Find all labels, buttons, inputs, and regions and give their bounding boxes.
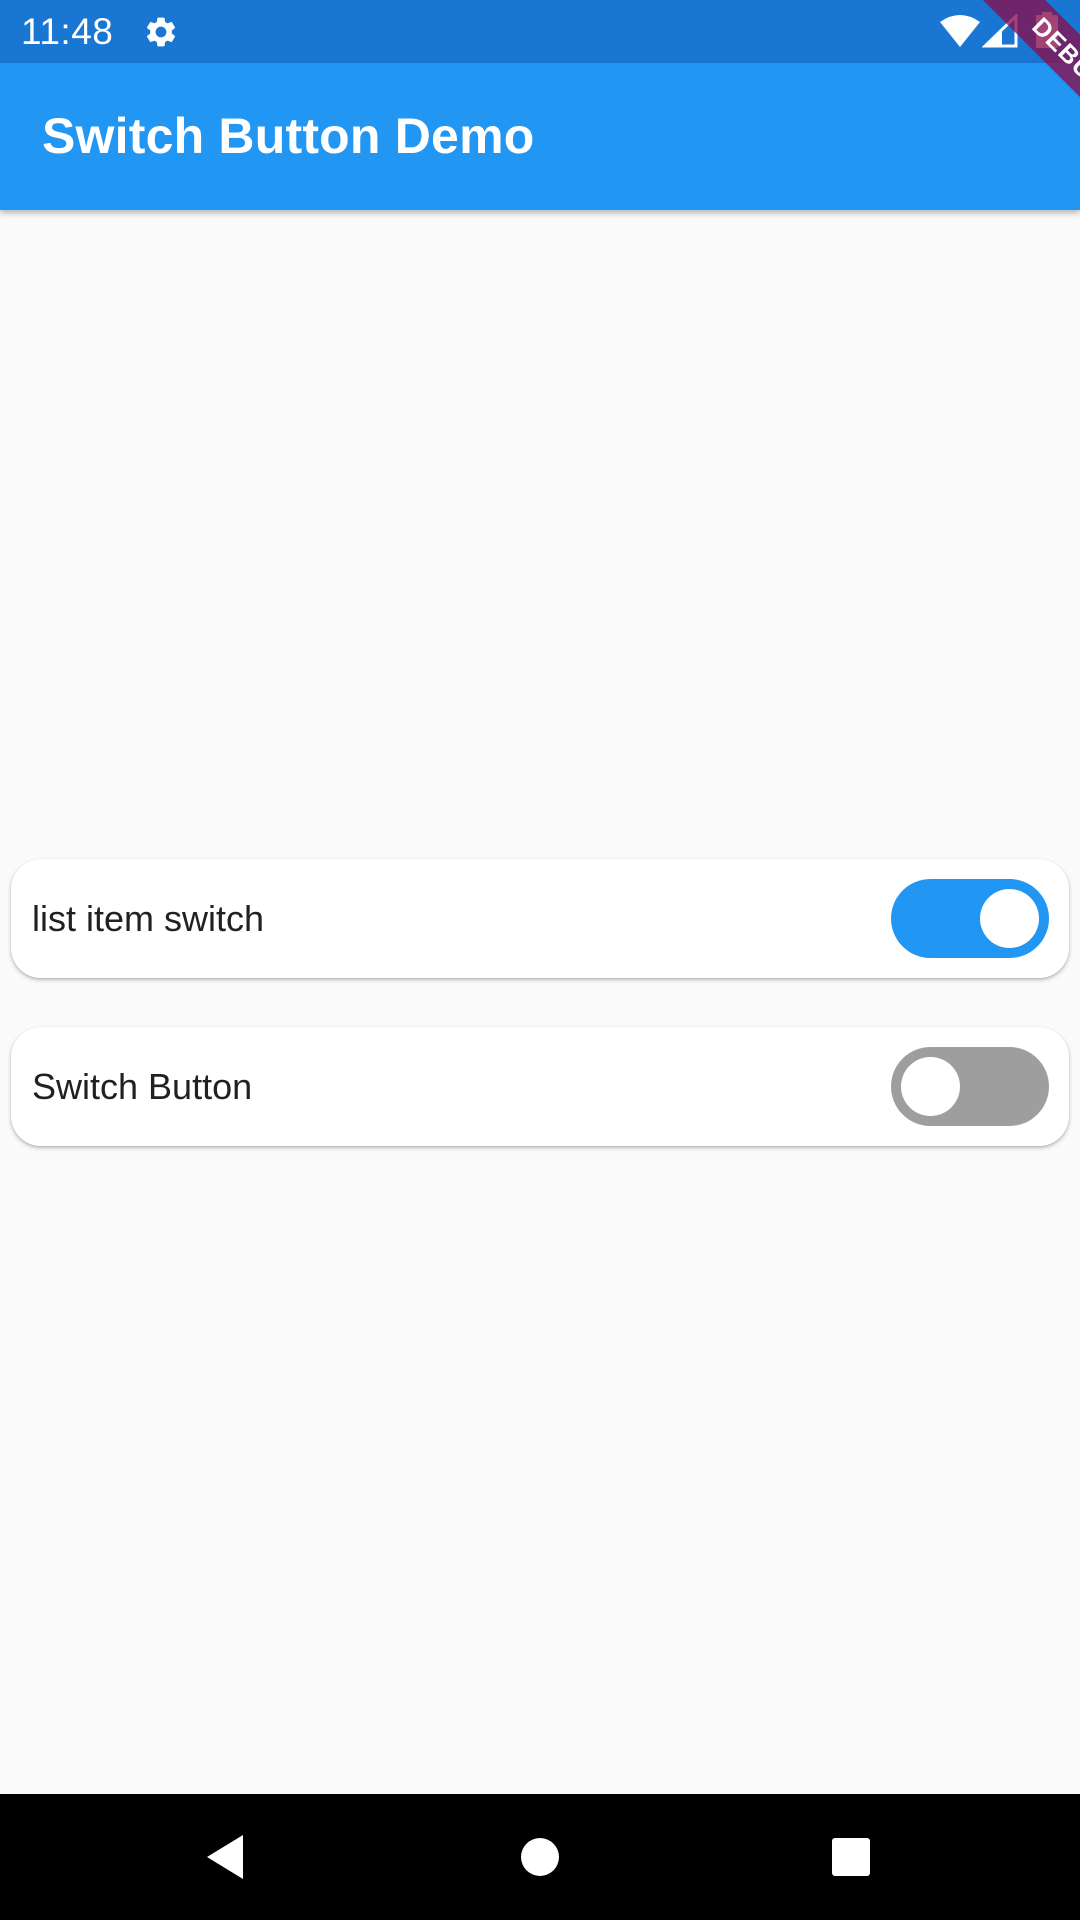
back-icon[interactable] bbox=[189, 1821, 261, 1893]
gear-icon bbox=[146, 17, 176, 47]
system-nav-bar bbox=[0, 1794, 1080, 1920]
list-item-switch-card[interactable]: list item switch bbox=[11, 859, 1069, 978]
toggle-knob bbox=[901, 1057, 960, 1116]
app-bar: Switch Button Demo bbox=[0, 63, 1080, 210]
cell-signal-icon bbox=[982, 14, 1018, 48]
switch-button-toggle[interactable] bbox=[891, 1047, 1049, 1126]
home-icon[interactable] bbox=[504, 1821, 576, 1893]
page-title: Switch Button Demo bbox=[42, 108, 535, 164]
wifi-icon bbox=[940, 15, 980, 47]
recents-icon[interactable] bbox=[815, 1821, 887, 1893]
switch-button-card[interactable]: Switch Button bbox=[11, 1027, 1069, 1146]
switch-button-label: Switch Button bbox=[32, 1066, 253, 1107]
list-item-label: list item switch bbox=[32, 898, 265, 939]
list-item-toggle[interactable] bbox=[891, 879, 1049, 958]
toggle-knob bbox=[980, 889, 1039, 948]
status-time: 11:48 bbox=[21, 11, 114, 52]
battery-icon bbox=[1036, 12, 1058, 48]
status-bar: 11:48 bbox=[0, 0, 1080, 63]
